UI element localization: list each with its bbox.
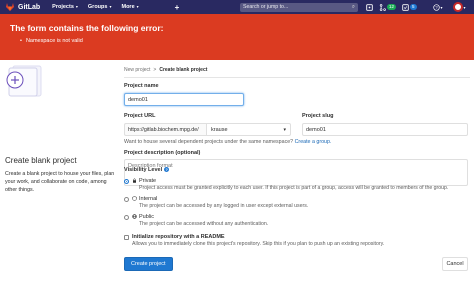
svg-text:?: ? — [435, 4, 438, 9]
globe-icon — [132, 214, 137, 221]
group-help-text: Want to house several dependent projects… — [124, 139, 331, 145]
todos-badge: 5 — [410, 4, 417, 10]
merge-requests-icon[interactable]: 12 — [379, 3, 397, 11]
create-project-button[interactable]: Create project — [124, 257, 173, 271]
shield-icon — [132, 196, 137, 203]
visibility-label-text: Visibility Level — [124, 167, 163, 173]
gitlab-logo[interactable]: GitLab — [5, 2, 40, 12]
nav-groups[interactable]: Groups ▾ — [88, 4, 112, 10]
project-url-label: Project URL — [124, 113, 156, 119]
internal-title: Internal — [139, 196, 158, 202]
new-item-plus-icon[interactable]: + — [175, 3, 180, 12]
readme-checkbox[interactable] — [124, 235, 129, 240]
search-input[interactable]: Search or jump to... ⌕ — [240, 2, 358, 12]
project-url-prefix: https://gitlab.biochem.mpg.de/ — [124, 123, 206, 136]
divider — [124, 77, 470, 78]
project-slug-label: Project slug — [302, 113, 334, 119]
blank-project-illustration-icon — [6, 65, 42, 97]
visibility-level-label: Visibility Level? — [124, 167, 170, 173]
chevron-down-icon: ▾ — [75, 4, 78, 9]
nav-projects[interactable]: Projects ▾ — [52, 4, 78, 10]
search-placeholder: Search or jump to... — [243, 4, 289, 10]
todos-icon[interactable]: 5 — [402, 3, 417, 11]
breadcrumb-parent[interactable]: New project — [124, 67, 150, 73]
project-name-label: Project name — [124, 83, 159, 89]
project-slug-input[interactable] — [302, 123, 468, 136]
error-title: The form contains the following error: — [10, 23, 164, 33]
error-list: Namespace is not valid — [10, 38, 474, 44]
issues-icon[interactable] — [366, 3, 373, 11]
readme-title: Initialize repository with a README — [132, 234, 225, 240]
description-label: Project description (optional) — [124, 150, 201, 156]
chevron-down-icon: ▾ — [136, 4, 139, 9]
namespace-select[interactable]: krause ▾ — [206, 123, 291, 136]
nav-more[interactable]: More ▾ — [121, 4, 138, 10]
chevron-down-icon: ▾ — [109, 4, 112, 9]
left-title: Create blank project — [5, 156, 77, 165]
lock-icon — [132, 178, 137, 185]
internal-description: The project can be accessed by any logge… — [139, 203, 309, 209]
description-textarea[interactable] — [124, 159, 468, 186]
avatar — [452, 2, 463, 12]
visibility-public-option[interactable]: Public — [124, 214, 154, 221]
visibility-private-option[interactable]: Private — [124, 178, 156, 185]
error-banner: The form contains the following error: N… — [0, 14, 474, 60]
breadcrumb-current: Create blank project — [159, 67, 208, 73]
visibility-help-icon[interactable]: ? — [164, 167, 170, 173]
gitlab-tanuki-icon — [6, 3, 14, 11]
public-description: The project can be accessed without any … — [139, 221, 269, 227]
namespace-value: krause — [211, 127, 228, 133]
nav-menu: Projects ▾ Groups ▾ More ▾ — [52, 4, 138, 10]
public-title: Public — [139, 214, 154, 220]
breadcrumb: New project > Create blank project — [124, 67, 207, 73]
private-title: Private — [139, 178, 157, 184]
chevron-down-icon: ▾ — [440, 4, 443, 10]
project-name-input[interactable] — [124, 93, 244, 106]
public-radio[interactable] — [124, 215, 129, 220]
search-icon: ⌕ — [351, 3, 355, 10]
top-navbar: GitLab Projects ▾ Groups ▾ More ▾ + Search … — [0, 0, 474, 14]
readme-option[interactable]: Initialize repository with a README — [124, 234, 225, 240]
group-help-sentence: Want to house several dependent projects… — [124, 139, 294, 145]
chevron-down-icon: ▾ — [283, 127, 286, 133]
left-panel: Create blank project Create a blank proj… — [5, 60, 117, 302]
private-radio[interactable] — [124, 179, 129, 184]
merge-requests-badge: 12 — [387, 4, 397, 10]
cancel-button[interactable]: Cancel — [442, 257, 468, 271]
create-group-link[interactable]: Create a group. — [295, 139, 332, 145]
user-menu[interactable]: ▾ — [452, 2, 466, 12]
breadcrumb-separator: > — [153, 67, 157, 73]
main-form: New project > Create blank project Project… — [124, 60, 470, 302]
left-description: Create a blank project to house your fil… — [5, 171, 115, 193]
readme-description: Allows you to immediately clone this pro… — [132, 241, 385, 247]
error-item: Namespace is not valid — [20, 38, 474, 44]
internal-radio[interactable] — [124, 197, 129, 202]
logo-text: GitLab — [18, 3, 41, 11]
help-icon[interactable]: ? ▾ — [432, 3, 443, 11]
nav-right: 12 5 ? ▾ ▾ — [366, 2, 466, 12]
visibility-internal-option[interactable]: Internal — [124, 196, 157, 203]
chevron-down-icon: ▾ — [463, 4, 466, 10]
private-description: Project access must be granted explicitl… — [139, 185, 449, 191]
